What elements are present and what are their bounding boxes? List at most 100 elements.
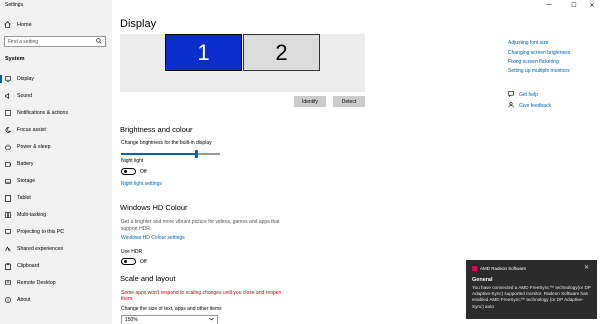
use-hdr-toggle[interactable] [121, 258, 136, 265]
scale-heading: Scale and layout [120, 274, 176, 283]
related-link-font-size[interactable]: Adjusting font size [508, 40, 549, 46]
sidebar-item-battery[interactable]: Battery [0, 158, 112, 170]
sidebar-item-label: Clipboard [17, 263, 40, 269]
sidebar-item-storage[interactable]: Storage [0, 175, 112, 187]
sidebar-item-label: Projecting to this PC [17, 229, 64, 235]
monitor-arrangement: 1 2 [120, 34, 365, 92]
page-title: Display [120, 18, 157, 30]
sidebar-item-focus-assist[interactable]: Focus assist [0, 124, 112, 136]
toast-notification[interactable]: AMD Radeon Software ✕ General You have c… [466, 260, 597, 319]
home-icon [4, 20, 11, 30]
sidebar-item-multitasking[interactable]: Multi-tasking [0, 209, 112, 221]
monitor-icon [5, 76, 11, 82]
scale-dropdown[interactable]: 150% [121, 315, 218, 324]
window-title: Settings [5, 2, 24, 8]
toast-app-header: AMD Radeon Software [472, 266, 526, 271]
slider-thumb[interactable] [194, 150, 198, 158]
slider-fill [121, 153, 197, 155]
help-icon [508, 91, 514, 99]
sidebar-item-label: Notifications & actions [17, 110, 69, 116]
toast-app-name: AMD Radeon Software [480, 266, 527, 271]
night-light-settings-link[interactable]: Night light settings [121, 181, 162, 187]
give-feedback-link[interactable]: Give feedback [508, 102, 551, 110]
get-help-label: Get help [519, 92, 538, 98]
sidebar-item-about[interactable]: About [0, 294, 112, 306]
hdr-heading: Windows HD Colour [120, 203, 188, 212]
toast-title: General [472, 277, 493, 283]
sidebar-item-label: About [17, 297, 31, 303]
close-button[interactable]: ✕ [583, 0, 601, 10]
sidebar-item-label: Battery [17, 161, 34, 167]
maximize-button[interactable]: ☐ [565, 0, 583, 10]
speaker-icon [5, 93, 11, 99]
sidebar-item-remote-desktop[interactable]: Remote Desktop [0, 277, 112, 289]
monitor-2[interactable]: 2 [243, 34, 320, 71]
toggle-knob [124, 260, 127, 263]
scale-size-label: Change the size of text, apps and other … [121, 306, 222, 312]
identify-button[interactable]: Identify [294, 96, 326, 107]
tablet-icon [5, 194, 11, 202]
get-help-link[interactable]: Get help [508, 91, 538, 99]
toast-body: You have connected a AMD FreeSync™ techn… [472, 285, 591, 309]
use-hdr-state: Off [140, 259, 147, 265]
sidebar-item-label: Tablet [17, 195, 31, 201]
sidebar-item-label: Power & sleep [17, 144, 51, 150]
sidebar-item-sound[interactable]: Sound [0, 90, 112, 102]
sidebar-item-shared[interactable]: Shared experiences [0, 243, 112, 255]
projector-icon [5, 229, 11, 235]
brightness-heading: Brightness and colour [120, 125, 193, 134]
power-icon [5, 144, 11, 150]
amd-logo-icon [472, 266, 477, 271]
sidebar-item-label: Home [17, 22, 32, 28]
clipboard-icon [5, 262, 11, 270]
sidebar-item-label: Remote Desktop [17, 280, 56, 286]
night-light-toggle[interactable] [121, 168, 136, 175]
scale-dropdown-value: 150% [125, 317, 138, 323]
moon-icon [5, 127, 11, 133]
toast-close-icon[interactable]: ✕ [584, 264, 589, 271]
hdr-description-line1: Get a brighter and more vibrant picture … [121, 219, 280, 225]
sidebar-item-projecting[interactable]: Projecting to this PC [0, 226, 112, 238]
hdr-settings-link[interactable]: Windows HD Colour settings [121, 235, 185, 241]
remote-icon [5, 280, 11, 286]
toggle-knob [124, 170, 127, 173]
sidebar-item-label: Storage [17, 178, 36, 184]
sidebar-item-display[interactable]: Display [0, 73, 112, 85]
sidebar-item-notifications[interactable]: Notifications & actions [0, 107, 112, 119]
sidebar-item-clipboard[interactable]: Clipboard [0, 260, 112, 272]
multitask-icon [5, 212, 11, 218]
give-feedback-label: Give feedback [519, 103, 551, 109]
monitor-1[interactable]: 1 [165, 34, 242, 71]
sidebar-item-label: Sound [17, 93, 33, 99]
scale-warning-line2: them. [121, 296, 134, 302]
detect-button[interactable]: Detect [333, 96, 365, 107]
search-placeholder: Find a setting [8, 38, 39, 45]
sidebar-item-home[interactable]: Home [4, 20, 32, 30]
use-hdr-label: Use HDR [121, 249, 143, 255]
minimize-button[interactable]: — [540, 0, 558, 10]
sidebar-item-label: Focus assist [17, 127, 46, 133]
active-indicator [0, 75, 2, 83]
related-link-brightness[interactable]: Changing screen brightness [508, 50, 570, 56]
hdr-description-line2: support HDR. [121, 226, 152, 232]
sidebar-item-label: Shared experiences [17, 246, 64, 252]
sidebar: Settings Home Find a setting System Disp… [0, 0, 112, 324]
info-icon [5, 297, 11, 303]
brightness-slider[interactable] [121, 150, 220, 158]
section-label: System [5, 56, 25, 62]
battery-icon [5, 161, 11, 167]
night-light-label: Night light [121, 158, 144, 164]
related-link-multiple-monitors[interactable]: Setting up multiple monitors [508, 68, 570, 74]
related-link-flickering[interactable]: Fixing screen flickering [508, 59, 559, 65]
sidebar-item-label: Multi-tasking [17, 212, 47, 218]
night-light-state: Off [140, 169, 147, 175]
brightness-slider-label: Change brightness for the built-in displ… [121, 140, 212, 146]
sidebar-item-tablet[interactable]: Tablet [0, 192, 112, 204]
shared-icon [5, 246, 11, 252]
sidebar-item-power[interactable]: Power & sleep [0, 141, 112, 153]
notification-icon [5, 110, 11, 116]
search-input[interactable]: Find a setting [4, 36, 106, 47]
search-icon[interactable] [96, 37, 102, 46]
feedback-icon [508, 102, 514, 110]
chevron-down-icon [209, 317, 214, 323]
